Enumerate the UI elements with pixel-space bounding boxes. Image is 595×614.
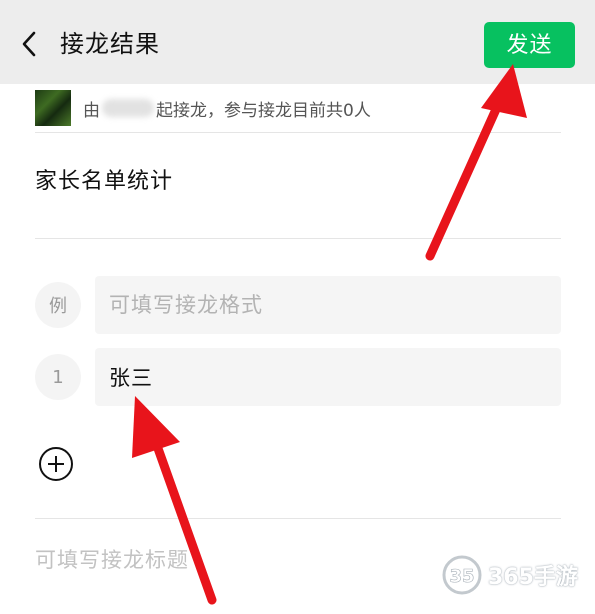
creator-prefix: 由 bbox=[83, 100, 100, 121]
plus-circle-icon bbox=[39, 447, 73, 481]
back-button[interactable] bbox=[14, 26, 44, 62]
watermark-text: 365手游 bbox=[488, 565, 578, 590]
jielong-title-input[interactable] bbox=[35, 548, 435, 572]
example-badge: 例 bbox=[35, 282, 81, 328]
watermark-logo: 35 bbox=[442, 555, 482, 595]
chevron-left-icon bbox=[22, 31, 36, 57]
example-row: 例 bbox=[35, 276, 561, 334]
divider bbox=[35, 132, 561, 133]
creator-suffix: 起接龙，参与接龙目前共0人 bbox=[156, 100, 371, 121]
add-entry-button[interactable] bbox=[38, 446, 74, 482]
watermark: 35 365手游 bbox=[440, 552, 585, 598]
send-button[interactable]: 发送 bbox=[484, 22, 575, 68]
divider bbox=[35, 238, 561, 239]
page-title: 接龙结果 bbox=[60, 30, 160, 58]
example-input-box[interactable] bbox=[95, 276, 561, 334]
top-bar: 接龙结果 发送 bbox=[0, 0, 595, 84]
divider bbox=[35, 518, 561, 519]
creator-info-row: 由 起接龙，参与接龙目前共0人 bbox=[35, 84, 561, 132]
avatar bbox=[35, 90, 71, 126]
entry-row-1: 1 bbox=[35, 348, 561, 406]
creator-text: 由 起接龙，参与接龙目前共0人 bbox=[83, 96, 371, 121]
entry-number-badge: 1 bbox=[35, 354, 81, 400]
jielong-title[interactable]: 家长名单统计 bbox=[35, 166, 173, 198]
entry-input-1[interactable] bbox=[107, 364, 561, 390]
blurred-creator-name bbox=[102, 99, 154, 117]
entry-input-box[interactable] bbox=[95, 348, 561, 406]
example-format-input[interactable] bbox=[107, 292, 561, 318]
svg-text:35: 35 bbox=[449, 566, 474, 587]
